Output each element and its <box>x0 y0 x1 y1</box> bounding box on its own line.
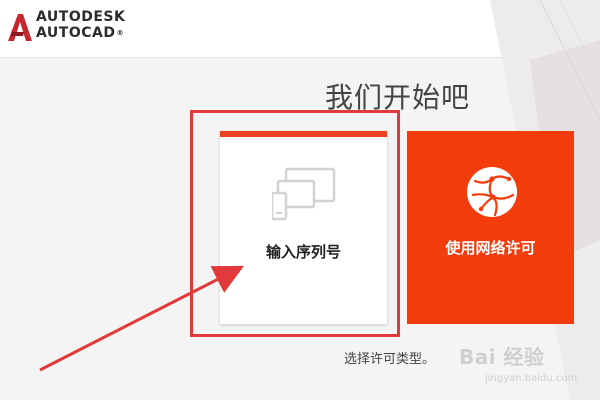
devices-icon <box>272 167 336 221</box>
enter-serial-number-label: 输入序列号 <box>265 243 341 261</box>
page-heading: 我们开始吧 <box>325 81 471 114</box>
brand-company: AUTODESK <box>36 9 126 25</box>
network-globe-icon <box>467 167 517 217</box>
autodesk-logo-icon <box>8 14 32 41</box>
use-network-license-label: 使用网络许可 <box>445 239 536 257</box>
enter-serial-number-tile[interactable]: 输入序列号 <box>220 131 387 324</box>
brand-product: AUTOCAD® <box>36 25 124 41</box>
license-type-hint: 选择许可类型。 <box>344 352 436 367</box>
registered-mark: ® <box>116 29 124 37</box>
brand-wordmark: AUTODESK AUTOCAD® <box>36 9 125 41</box>
use-network-license-tile[interactable]: 使用网络许可 <box>407 131 574 324</box>
